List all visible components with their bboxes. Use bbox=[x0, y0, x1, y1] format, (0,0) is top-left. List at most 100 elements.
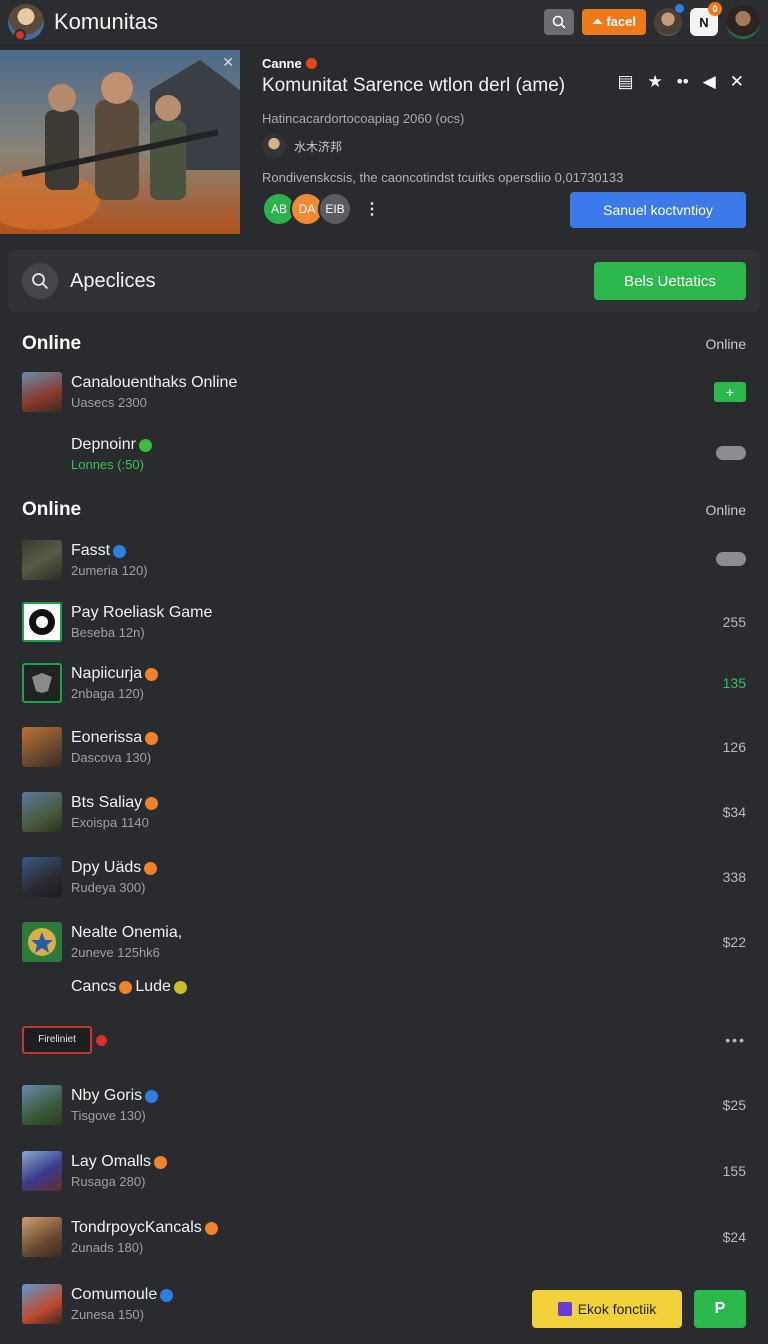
notification-letter: N bbox=[699, 14, 709, 30]
floating-action-label: Ekok fonctiik bbox=[577, 1301, 657, 1317]
more-icon[interactable]: •• bbox=[677, 72, 689, 92]
item-sub: Rusaga 280) bbox=[71, 1174, 146, 1189]
author-row[interactable]: 水木济邦 bbox=[262, 134, 762, 158]
search-title: Apeclices bbox=[70, 269, 156, 292]
action-button[interactable]: ⏶ facel bbox=[582, 9, 646, 35]
section-filter[interactable]: Online bbox=[706, 502, 746, 518]
stats-button[interactable]: Bels Uettatics bbox=[594, 262, 746, 300]
item-name: Nby Goris bbox=[71, 1087, 143, 1104]
list-item[interactable]: TondrpoycKancals 2unads 180) $24 bbox=[22, 1215, 746, 1259]
more-menu-icon[interactable]: ••• bbox=[725, 1032, 746, 1048]
status-icon bbox=[138, 438, 152, 452]
controller-icon[interactable] bbox=[716, 445, 746, 460]
section-title: Online bbox=[22, 333, 82, 354]
list-item[interactable]: Dpy Uäds Rudeya 300) 338 bbox=[22, 855, 746, 899]
controller-icon[interactable] bbox=[716, 551, 746, 566]
hero-subtitle: Hatincacardortocoapiag 2060 (ocs) bbox=[262, 111, 465, 126]
list-item[interactable]: Nealte Onemia, 2uneve 125hk6 $22 bbox=[22, 920, 746, 964]
list-item[interactable]: Lay Omalls Rusaga 280) 155 bbox=[22, 1149, 746, 1193]
search-icon bbox=[553, 15, 566, 29]
friend-avatar[interactable] bbox=[654, 3, 685, 36]
status-icon bbox=[145, 667, 159, 681]
item-name: Bts Saliay bbox=[71, 794, 143, 811]
brand-logo-text: Fireliniet bbox=[22, 1026, 92, 1054]
item-name: Pay Roeliask Game bbox=[71, 604, 213, 621]
section-header: Online Online bbox=[22, 499, 746, 521]
game-thumbnail bbox=[22, 857, 62, 897]
item-sub: Tisgove 130) bbox=[71, 1108, 146, 1123]
game-thumbnail bbox=[22, 663, 62, 703]
list-item[interactable]: Eonerissa Dascova 130) 126 bbox=[22, 725, 746, 769]
list-item[interactable]: Nby Goris Tisgove 130) $25 bbox=[22, 1083, 746, 1127]
search-button[interactable] bbox=[544, 9, 575, 35]
user-avatar[interactable] bbox=[8, 4, 44, 41]
game-thumbnail bbox=[22, 922, 62, 962]
item-sub: Beseba 12n) bbox=[71, 625, 145, 640]
item-sub: Zunesa 150) bbox=[71, 1307, 144, 1322]
item-sub: 2uneve 125hk6 bbox=[71, 945, 160, 960]
item-value: 338 bbox=[722, 869, 746, 885]
list-item[interactable]: Napiicurja 2nbaga 120) 135 bbox=[22, 661, 746, 705]
game-thumbnail bbox=[22, 1085, 62, 1125]
list-item[interactable]: Bts Saliay Exoispa 1140 $34 bbox=[22, 790, 746, 834]
item-value: 155 bbox=[722, 1163, 746, 1179]
search-button[interactable] bbox=[22, 263, 58, 299]
item-sub: 2unads 180) bbox=[71, 1240, 144, 1255]
list-item[interactable]: Cancs Lude bbox=[22, 965, 746, 1009]
list-item[interactable]: Canalouenthaks Online Uasecs 2300 + bbox=[22, 370, 746, 414]
game-thumbnail bbox=[22, 1284, 62, 1324]
hero-toolbar: ▤ ★ •• ◀ ✕ bbox=[617, 72, 744, 92]
profile-avatar[interactable] bbox=[726, 5, 760, 39]
close-icon[interactable]: ✕ bbox=[222, 54, 234, 71]
store-icon bbox=[557, 1302, 572, 1316]
item-value: $24 bbox=[722, 1229, 746, 1245]
list-item[interactable]: Fasst 2umeria 120) bbox=[22, 538, 746, 582]
item-name-row: Depnoinr bbox=[71, 436, 152, 454]
section-filter[interactable]: Online bbox=[706, 336, 746, 352]
game-thumbnail bbox=[22, 540, 62, 580]
item-name: TondrpoycKancals bbox=[71, 1219, 202, 1236]
live-dot-icon bbox=[96, 1034, 107, 1046]
verified-icon bbox=[113, 544, 127, 558]
list-item[interactable]: Pay Roeliask Game Beseba 12n) 255 bbox=[22, 600, 746, 644]
game-thumbnail bbox=[22, 792, 62, 832]
section-title: Online bbox=[22, 499, 82, 520]
status-icon bbox=[119, 980, 133, 994]
notifications-button[interactable]: N 0 bbox=[690, 2, 722, 36]
item-sub: Dascova 130) bbox=[71, 750, 152, 765]
more-menu-icon[interactable]: ⋮ bbox=[364, 199, 380, 219]
notification-badge: 0 bbox=[708, 2, 722, 16]
game-thumbnail bbox=[22, 727, 62, 767]
item-name: Napiicurja bbox=[71, 665, 143, 682]
list-icon[interactable]: ▤ bbox=[617, 72, 633, 92]
close-icon[interactable]: ✕ bbox=[730, 72, 744, 92]
member-chips: AB DA ΕΙΒ ⋮ bbox=[262, 192, 380, 226]
game-hero: ✕ Canne Komunitat Sarence wtlon derl (am… bbox=[0, 50, 768, 236]
add-button[interactable]: + bbox=[714, 382, 746, 402]
item-name: Canalouenthaks Online bbox=[71, 374, 238, 391]
list-item[interactable]: Depnoinr Lonnes (:50) bbox=[22, 432, 746, 476]
star-icon[interactable]: ★ bbox=[648, 72, 663, 92]
top-bar: Komunitas ⏶ facel N 0 bbox=[0, 0, 768, 44]
empty-thumbnail bbox=[22, 967, 62, 1007]
mask-icon bbox=[32, 673, 52, 693]
item-value: $34 bbox=[722, 804, 746, 820]
emoji-icon bbox=[173, 980, 187, 994]
section-header: Online Online bbox=[22, 333, 746, 355]
profile-shortcut-button[interactable]: P bbox=[694, 1290, 746, 1328]
item-value: $25 bbox=[722, 1097, 746, 1113]
list-item[interactable]: Fireliniet ••• bbox=[22, 1018, 746, 1062]
status-dot bbox=[14, 29, 26, 41]
join-button[interactable]: Sanuel koctvntioy bbox=[570, 192, 746, 228]
logo-icon bbox=[29, 609, 55, 635]
item-name: Lay Omalls bbox=[71, 1153, 152, 1170]
item-sub: 2nbaga 120) bbox=[71, 686, 145, 701]
item-name: Cancs bbox=[71, 978, 117, 995]
speaker-icon[interactable]: ◀ bbox=[703, 72, 716, 92]
online-badge bbox=[674, 3, 685, 14]
author-name: 水木济邦 bbox=[294, 139, 343, 154]
floating-action-button[interactable]: Ekok fonctiik bbox=[532, 1290, 682, 1328]
member-chip[interactable]: ΕΙΒ bbox=[318, 192, 352, 226]
verified-icon bbox=[145, 1089, 159, 1103]
item-sub: Lonnes (:50) bbox=[71, 457, 144, 472]
